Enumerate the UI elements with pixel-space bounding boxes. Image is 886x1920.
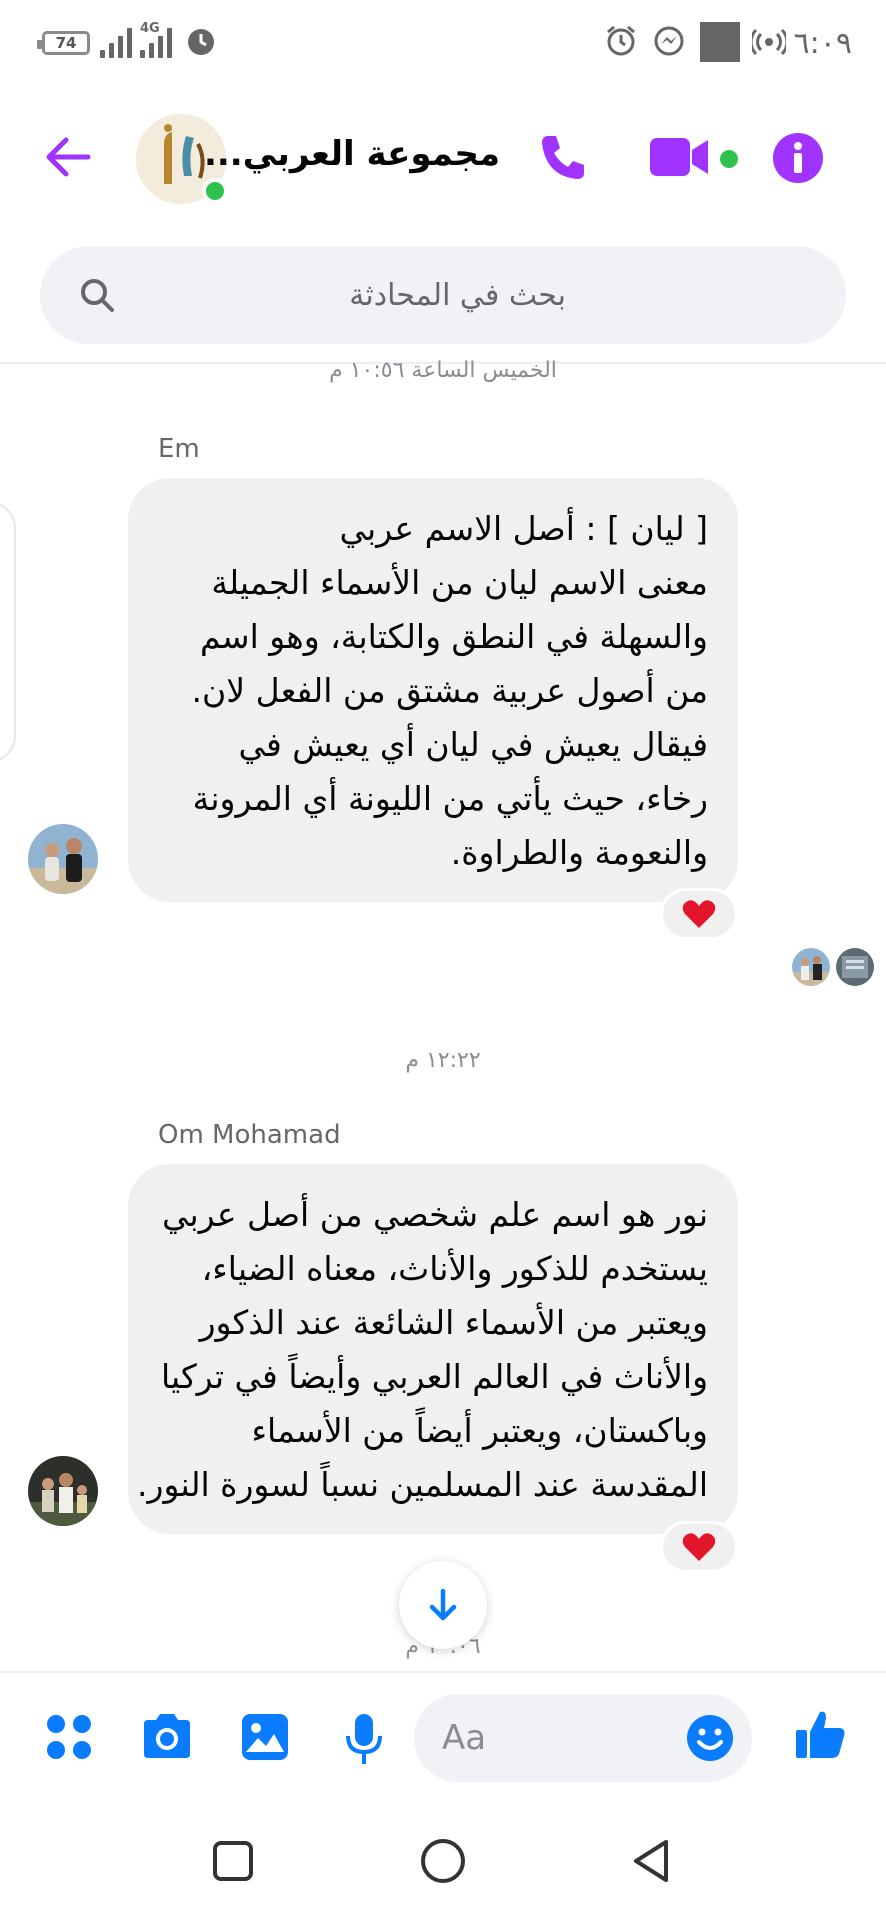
message-composer bbox=[0, 1672, 886, 1804]
seen-avatar-1 bbox=[792, 948, 830, 986]
message-line: رخاء، حيث يأتي من الليونة أي المرونة bbox=[192, 779, 708, 818]
gallery-icon[interactable] bbox=[240, 1712, 290, 1762]
message-bubble-2[interactable]: نور هو اسم علم شخصي من أصل عربي يستخدم ل… bbox=[128, 1164, 738, 1534]
arrow-left-icon[interactable] bbox=[44, 136, 92, 178]
heart-icon bbox=[682, 900, 716, 928]
sender-avatar-1[interactable] bbox=[28, 824, 98, 894]
search-input[interactable] bbox=[140, 266, 816, 324]
sender-avatar-2[interactable] bbox=[28, 1456, 98, 1526]
video-camera-icon[interactable] bbox=[648, 136, 710, 178]
sender-name: Em bbox=[158, 434, 200, 464]
heart-icon bbox=[682, 1533, 716, 1561]
chat-header: مجموعة العربي... bbox=[0, 88, 886, 230]
message-line: والنعومة والطراوة. bbox=[450, 833, 708, 872]
heart-reaction-1[interactable] bbox=[660, 888, 738, 940]
message-input-box[interactable] bbox=[414, 1694, 752, 1782]
battery-level: 74 bbox=[55, 34, 77, 52]
info-icon[interactable] bbox=[772, 132, 824, 184]
status-time: ٦:٠٩ bbox=[793, 26, 852, 61]
timestamp-middle: ١٢:٢٢ م bbox=[405, 1048, 481, 1073]
scroll-to-bottom-button[interactable] bbox=[399, 1561, 487, 1649]
side-panel-edge[interactable] bbox=[0, 502, 16, 762]
alarm-icon bbox=[188, 29, 214, 55]
message-line: والأناث في العالم العربي وأيضاً في تركيا bbox=[160, 1357, 708, 1396]
battery-icon: 74 bbox=[37, 31, 90, 55]
search-icon bbox=[81, 279, 114, 312]
android-nav-bar bbox=[0, 1808, 886, 1920]
message-line: [ ليان ] : أصل الاسم عربي bbox=[339, 509, 708, 548]
signal-icon-2 bbox=[140, 28, 176, 58]
signal-icon bbox=[100, 28, 136, 58]
online-status-dot bbox=[202, 178, 228, 204]
microphone-icon[interactable] bbox=[344, 1712, 384, 1766]
apps-icon[interactable] bbox=[44, 1712, 94, 1762]
message-line: وباكستان، ويعتبر أيضاً من الأسماء bbox=[251, 1411, 708, 1450]
message-line: والسهلة في النطق والكتابة، وهو اسم bbox=[199, 617, 708, 656]
image-notification-icon bbox=[700, 22, 740, 62]
hotspot-icon bbox=[752, 28, 786, 56]
arrow-down-icon bbox=[429, 1588, 457, 1621]
recent-apps-icon[interactable] bbox=[212, 1840, 254, 1882]
alarm-icon-right bbox=[607, 25, 635, 56]
seen-avatar-2 bbox=[836, 948, 874, 986]
message-line: ويعتبر من الأسماء الشائعة عند الذكور bbox=[199, 1303, 708, 1342]
message-line: من أصول عربية مشتق من الفعل لان. bbox=[191, 671, 708, 710]
message-line: نور هو اسم علم شخصي من أصل عربي bbox=[161, 1195, 708, 1234]
message-line: المقدسة عند المسلمين نسباً لسورة النور. bbox=[137, 1465, 708, 1504]
chat-title[interactable]: مجموعة العربي... bbox=[204, 134, 500, 174]
heart-reaction-2[interactable] bbox=[660, 1521, 738, 1573]
message-line: معنى الاسم ليان من الأسماء الجميلة bbox=[211, 563, 708, 602]
phone-icon[interactable] bbox=[538, 132, 588, 182]
timestamp-top: الخميس الساعة ١٠:٥٦ م bbox=[329, 358, 557, 383]
back-icon[interactable] bbox=[630, 1838, 672, 1884]
message-input[interactable] bbox=[442, 1708, 662, 1768]
message-bubble-1[interactable]: [ ليان ] : أصل الاسم عربي معنى الاسم ليا… bbox=[128, 478, 738, 902]
messenger-icon bbox=[654, 26, 684, 56]
avatar-photo-icon bbox=[28, 824, 98, 894]
home-icon[interactable] bbox=[420, 1838, 466, 1884]
avatar-photo-icon bbox=[28, 1456, 98, 1526]
emoji-icon[interactable] bbox=[686, 1714, 734, 1762]
status-bar: 74 4G ٦:٠٩ bbox=[0, 0, 886, 88]
camera-icon[interactable] bbox=[140, 1712, 194, 1760]
video-active-dot bbox=[720, 150, 738, 168]
sender-name: Om Mohamad bbox=[158, 1120, 341, 1150]
message-line: فيقال يعيش في ليان أي يعيش في bbox=[238, 725, 708, 764]
message-line: يستخدم للذكور والأناث، معناه الضياء، bbox=[201, 1249, 708, 1288]
conversation-search[interactable] bbox=[40, 246, 846, 344]
like-icon[interactable] bbox=[794, 1708, 848, 1762]
